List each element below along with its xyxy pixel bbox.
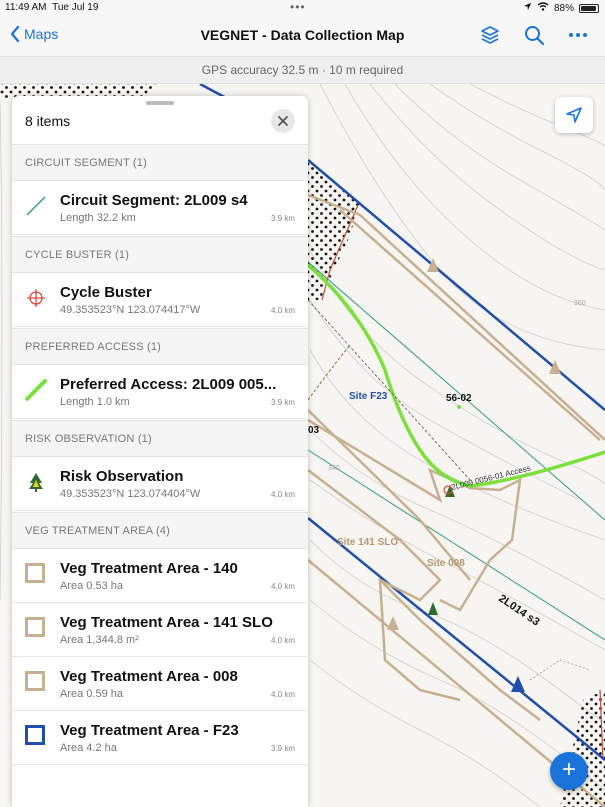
- section-header-cycle-buster: CYCLE BUSTER (1): [12, 236, 308, 273]
- section-header-risk-observation: RISK OBSERVATION (1): [12, 420, 308, 457]
- status-right: 88%: [523, 2, 599, 14]
- site-008-label: Site 008: [427, 558, 465, 569]
- search-icon[interactable]: [523, 24, 545, 46]
- access-line-icon: [25, 379, 47, 401]
- status-time: 11:49 AM Tue Jul 19: [5, 2, 99, 13]
- plus-icon: +: [561, 756, 576, 783]
- blue-square-icon: [25, 725, 47, 747]
- site-f23-label: Site F23: [349, 391, 388, 402]
- wifi-icon: [537, 2, 549, 14]
- item-title: Veg Treatment Area - F23: [60, 722, 239, 739]
- item-count: 8 items: [25, 113, 71, 129]
- multitask-dots-icon[interactable]: •••: [290, 0, 306, 14]
- list-item[interactable]: Veg Treatment Area - 140 Area 0.53 ha 4.…: [12, 549, 308, 603]
- item-subtitle: Length 32.2 km: [60, 212, 136, 224]
- item-subtitle: 49.353523°N 123.074417°W: [60, 304, 201, 316]
- item-title: Veg Treatment Area - 140: [60, 560, 238, 577]
- section-header-veg-treatment-area: VEG TREATMENT AREA (4): [12, 512, 308, 549]
- list-item[interactable]: Veg Treatment Area - F23 Area 4.2 ha 3.9…: [12, 711, 308, 765]
- line-icon: [25, 195, 47, 217]
- item-distance: 4.0 km: [270, 690, 295, 699]
- item-distance: 3.9 km: [270, 744, 295, 753]
- circuit-line[interactable]: [307, 159, 605, 411]
- list-item[interactable]: Cycle Buster 49.353523°N 123.074417°W 4.…: [12, 273, 308, 327]
- status-bar: 11:49 AM Tue Jul 19 ••• 88%: [0, 0, 605, 16]
- battery-icon: [579, 3, 599, 13]
- section-header-preferred-access: PREFERRED ACCESS (1): [12, 328, 308, 365]
- section-header-circuit-segment: CIRCUIT SEGMENT (1): [12, 144, 308, 181]
- pole-label: 56-02: [446, 393, 472, 404]
- item-subtitle: Area 0.53 ha: [60, 580, 123, 592]
- hazard-tree-icon: [25, 471, 47, 493]
- results-panel: 8 items CIRCUIT SEGMENT (1) Circuit Segm…: [12, 96, 308, 807]
- close-icon: [278, 116, 288, 126]
- gps-accuracy-banner: GPS accuracy 32.5 m · 10 m required: [0, 56, 605, 84]
- navigation-arrow-icon: [566, 107, 582, 123]
- close-button[interactable]: [271, 109, 295, 133]
- navigation-bar: Maps VEGNET - Data Collection Map: [0, 16, 605, 56]
- item-title: Risk Observation: [60, 468, 184, 485]
- location-arrow-icon: [523, 2, 532, 14]
- tan-square-icon: [25, 671, 47, 693]
- item-title: Veg Treatment Area - 008: [60, 668, 238, 685]
- item-subtitle: Length 1.0 km: [60, 396, 130, 408]
- item-subtitle: Area 0.59 ha: [60, 688, 123, 700]
- item-distance: 4.0 km: [270, 582, 295, 591]
- add-feature-button[interactable]: +: [550, 752, 588, 790]
- item-distance: 4.0 km: [270, 490, 295, 499]
- list-item[interactable]: Risk Observation 49.353523°N 123.074404°…: [12, 457, 308, 511]
- item-subtitle: 49.353523°N 123.074404°W: [60, 488, 201, 500]
- item-title: Preferred Access: 2L009 005...: [60, 376, 277, 393]
- circuit-line[interactable]: [307, 517, 605, 761]
- contour-label-340: 340: [328, 465, 340, 472]
- list-item[interactable]: Veg Treatment Area - 008 Area 0.59 ha 4.…: [12, 657, 308, 711]
- battery-percent: 88%: [553, 2, 574, 14]
- layers-icon[interactable]: [479, 24, 501, 46]
- item-subtitle: Area 1,344.8 m²: [60, 634, 139, 646]
- item-distance: 4.0 km: [270, 636, 295, 645]
- tan-square-icon: [25, 563, 47, 585]
- item-title: Veg Treatment Area - 141 SLO: [60, 614, 273, 631]
- item-subtitle: Area 4.2 ha: [60, 742, 117, 754]
- locate-button[interactable]: [555, 97, 593, 133]
- list-item[interactable]: Circuit Segment: 2L009 s4 Length 32.2 km…: [12, 181, 308, 235]
- partial-label: 03: [308, 425, 320, 436]
- more-icon[interactable]: [567, 24, 589, 46]
- list-item[interactable]: Preferred Access: 2L009 005... Length 1.…: [12, 365, 308, 419]
- crosshair-icon: [25, 287, 47, 309]
- panel-header: 8 items: [12, 96, 308, 144]
- contour-label-360: 360: [574, 300, 586, 307]
- item-title: Circuit Segment: 2L009 s4: [60, 192, 248, 209]
- site-141-label: Site 141 SLO: [337, 537, 398, 548]
- item-distance: 3.9 km: [270, 398, 295, 407]
- item-title: Cycle Buster: [60, 284, 152, 301]
- item-distance: 4.0 km: [270, 306, 295, 315]
- item-distance: 3.9 km: [270, 214, 295, 223]
- list-item[interactable]: Veg Treatment Area - 141 SLO Area 1,344.…: [12, 603, 308, 657]
- tan-square-icon: [25, 617, 47, 639]
